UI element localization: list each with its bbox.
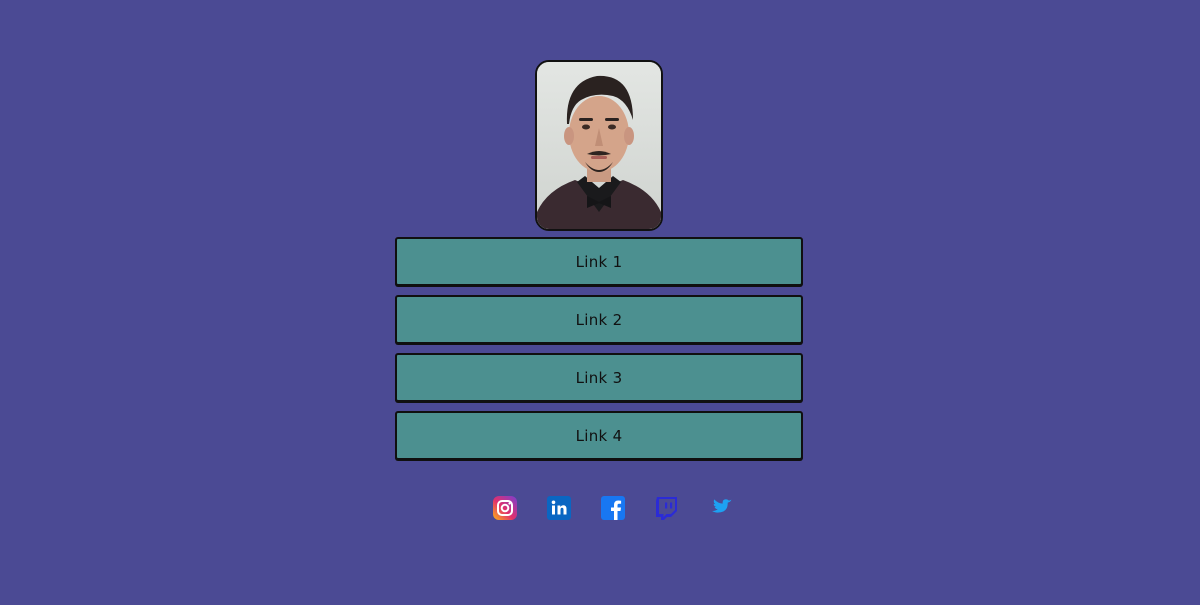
link-4-button[interactable]: Link 4 [395, 411, 803, 460]
twitter-icon [711, 499, 732, 513]
link-1-label: Link 1 [575, 252, 623, 271]
link-2-button[interactable]: Link 2 [395, 295, 803, 344]
profile-photo [537, 62, 661, 229]
links-list: Link 1 Link 2 Link 3 Link 4 [395, 237, 803, 469]
link-2-label: Link 2 [575, 310, 623, 329]
twitch-link[interactable] [654, 495, 680, 521]
facebook-icon [601, 496, 625, 520]
link-4-label: Link 4 [575, 426, 623, 445]
twitch-icon [656, 497, 677, 520]
page: Link 1 Link 2 Link 3 Link 4 [0, 0, 1200, 605]
facebook-link[interactable] [600, 495, 626, 521]
linkedin-link[interactable] [546, 495, 572, 521]
link-3-button[interactable]: Link 3 [395, 353, 803, 402]
linkedin-icon [547, 496, 571, 520]
avatar [535, 60, 663, 231]
social-links [492, 495, 734, 521]
link-1-button[interactable]: Link 1 [395, 237, 803, 286]
instagram-icon [493, 496, 517, 520]
link-3-label: Link 3 [575, 368, 623, 387]
twitter-link[interactable] [708, 495, 734, 521]
instagram-link[interactable] [492, 495, 518, 521]
